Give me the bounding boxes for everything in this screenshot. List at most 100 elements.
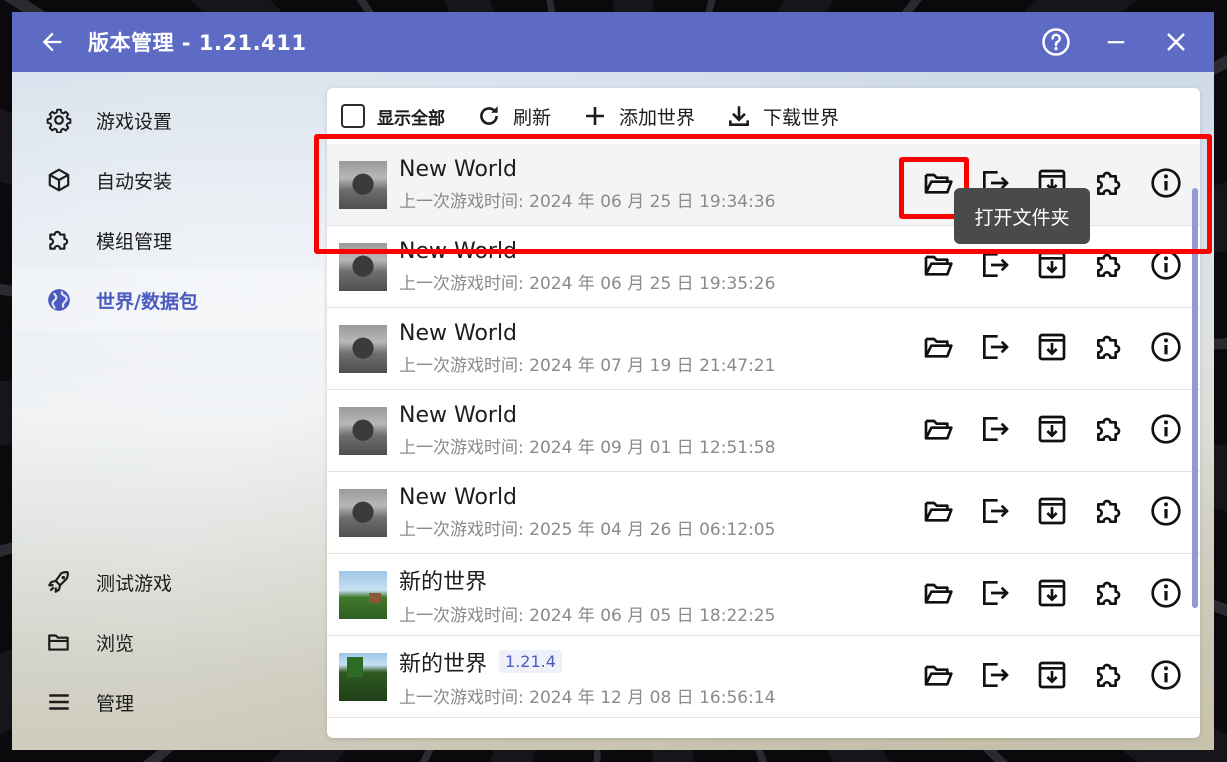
backup-button[interactable]: [1023, 570, 1080, 620]
minimize-button[interactable]: [1086, 12, 1146, 72]
backup-button[interactable]: [1023, 406, 1080, 456]
world-row[interactable]: 新的世界 1.21.4 上一次游戏时间: 2024 年 12 月 08 日 16:5…: [327, 636, 1200, 718]
tooltip: 打开文件夹: [954, 188, 1090, 244]
export-button[interactable]: [966, 324, 1023, 374]
backup-button[interactable]: [1023, 242, 1080, 292]
minimize-icon: [1107, 41, 1125, 44]
export-icon: [979, 413, 1011, 449]
open-folder-icon: [922, 413, 954, 449]
sidebar-item-mods[interactable]: 模组管理: [12, 210, 324, 270]
datapack-button[interactable]: [1080, 242, 1137, 292]
open-folder-button[interactable]: [909, 242, 966, 292]
world-thumbnail: [339, 324, 387, 373]
sidebar-item-worlds[interactable]: 世界/数据包: [12, 270, 324, 330]
world-row[interactable]: New World 上一次游戏时间: 2024 年 09 月 01 日 12:51…: [327, 390, 1200, 472]
add-world-button[interactable]: 添加世界: [581, 102, 695, 130]
last-played-time: 上一次游戏时间: 2025 年 04 月 26 日 06:12:05: [399, 520, 776, 540]
world-info: New World 上一次游戏时间: 2025 年 04 月 26 日 06:12…: [399, 485, 909, 540]
info-icon: [1150, 167, 1182, 203]
world-row[interactable]: New World 上一次游戏时间: 2024 年 07 月 19 日 21:47…: [327, 308, 1200, 390]
window-title: 版本管理 - 1.21.411: [88, 31, 307, 55]
datapack-button[interactable]: [1080, 324, 1137, 374]
sidebar-item-browse[interactable]: 浏览: [12, 612, 324, 672]
world-thumbnail: [339, 406, 387, 455]
sidebar-item-test-game[interactable]: 测试游戏: [12, 552, 324, 612]
open-folder-button[interactable]: [909, 652, 966, 702]
sidebar-item-manage[interactable]: 管理: [12, 672, 324, 732]
show-all-checkbox[interactable]: 显示全部: [341, 104, 445, 129]
datapack-button[interactable]: [1080, 488, 1137, 538]
download-world-label: 下载世界: [763, 106, 840, 129]
checkbox-box[interactable]: [341, 104, 365, 128]
backup-icon: [1036, 249, 1068, 285]
info-button[interactable]: [1137, 488, 1194, 538]
open-folder-icon: [922, 659, 954, 695]
close-button[interactable]: [1146, 12, 1206, 72]
world-row[interactable]: 新的世界上一次游戏时间: 2024 年 06 月 05 日 18:22:25: [327, 554, 1200, 636]
sidebar-item-game-settings[interactable]: 游戏设置: [12, 90, 324, 150]
world-name: New World: [399, 321, 518, 346]
world-thumbnail: [339, 652, 387, 701]
world-info: New World 上一次游戏时间: 2024 年 06 月 25 日 19:35…: [399, 239, 909, 294]
sidebar-item-auto-install[interactable]: 自动安装: [12, 150, 324, 210]
datapack-icon: [1093, 249, 1125, 285]
open-folder-button[interactable]: [909, 406, 966, 456]
info-icon: [1150, 413, 1182, 449]
open-folder-button[interactable]: [909, 488, 966, 538]
last-played-time: 上一次游戏时间: 2024 年 06 月 25 日 19:35:26: [399, 274, 776, 294]
export-button[interactable]: [966, 406, 1023, 456]
info-button[interactable]: [1137, 324, 1194, 374]
world-info: New World 上一次游戏时间: 2024 年 06 月 25 日 19:34…: [399, 157, 909, 212]
datapack-icon: [1093, 577, 1125, 613]
info-icon: [1150, 659, 1182, 695]
world-thumbnail: [339, 570, 387, 619]
world-info: New World 上一次游戏时间: 2024 年 09 月 01 日 12:51…: [399, 403, 909, 458]
backup-button[interactable]: [1023, 488, 1080, 538]
info-button[interactable]: [1137, 652, 1194, 702]
world-name: New World: [399, 403, 518, 428]
world-name: 新的世界: [399, 569, 488, 595]
world-info: 新的世界 1.21.4 上一次游戏时间: 2024 年 12 月 08 日 16:5…: [399, 646, 909, 708]
download-icon: [725, 102, 753, 130]
refresh-button[interactable]: 刷新: [475, 102, 551, 130]
datapack-icon: [1093, 413, 1125, 449]
open-folder-icon: [922, 495, 954, 531]
globe-icon: [44, 285, 74, 315]
datapack-button[interactable]: [1080, 652, 1137, 702]
export-button[interactable]: [966, 488, 1023, 538]
world-name: New World: [399, 485, 518, 510]
last-played-time: 上一次游戏时间: 2024 年 06 月 25 日 19:34:36: [399, 192, 776, 212]
info-button[interactable]: [1137, 406, 1194, 456]
folder-icon: [44, 627, 74, 657]
info-button[interactable]: [1137, 242, 1194, 292]
scrollbar[interactable]: [1192, 188, 1198, 608]
backup-button[interactable]: [1023, 324, 1080, 374]
export-button[interactable]: [966, 652, 1023, 702]
info-button[interactable]: [1137, 570, 1194, 620]
open-folder-icon: [922, 577, 954, 613]
puzzle-icon: [44, 225, 74, 255]
world-thumbnail: [339, 488, 387, 537]
back-button[interactable]: [28, 18, 76, 66]
last-played-time: 上一次游戏时间: 2024 年 09 月 01 日 12:51:58: [399, 438, 776, 458]
open-folder-button[interactable]: [909, 324, 966, 374]
sidebar-item-label: 游戏设置: [96, 110, 173, 133]
open-folder-button[interactable]: [909, 570, 966, 620]
download-world-button[interactable]: 下载世界: [725, 102, 839, 130]
sidebar-item-label: 浏览: [96, 632, 135, 655]
datapack-button[interactable]: [1080, 570, 1137, 620]
plus-icon: [581, 102, 609, 130]
last-played-time: 上一次游戏时间: 2024 年 06 月 05 日 18:22:25: [399, 605, 776, 626]
world-row[interactable]: New World 上一次游戏时间: 2025 年 04 月 26 日 06:12…: [327, 472, 1200, 554]
info-button[interactable]: [1137, 160, 1194, 210]
export-button[interactable]: [966, 242, 1023, 292]
datapack-button[interactable]: [1080, 406, 1137, 456]
last-played-time: 上一次游戏时间: 2024 年 07 月 19 日 21:47:21: [399, 356, 776, 376]
close-icon: [1167, 33, 1185, 51]
open-folder-icon: [922, 331, 954, 367]
help-button[interactable]: [1026, 12, 1086, 72]
export-button[interactable]: [966, 570, 1023, 620]
backup-button[interactable]: [1023, 652, 1080, 702]
info-icon: [1150, 249, 1182, 285]
backup-icon: [1036, 413, 1068, 449]
